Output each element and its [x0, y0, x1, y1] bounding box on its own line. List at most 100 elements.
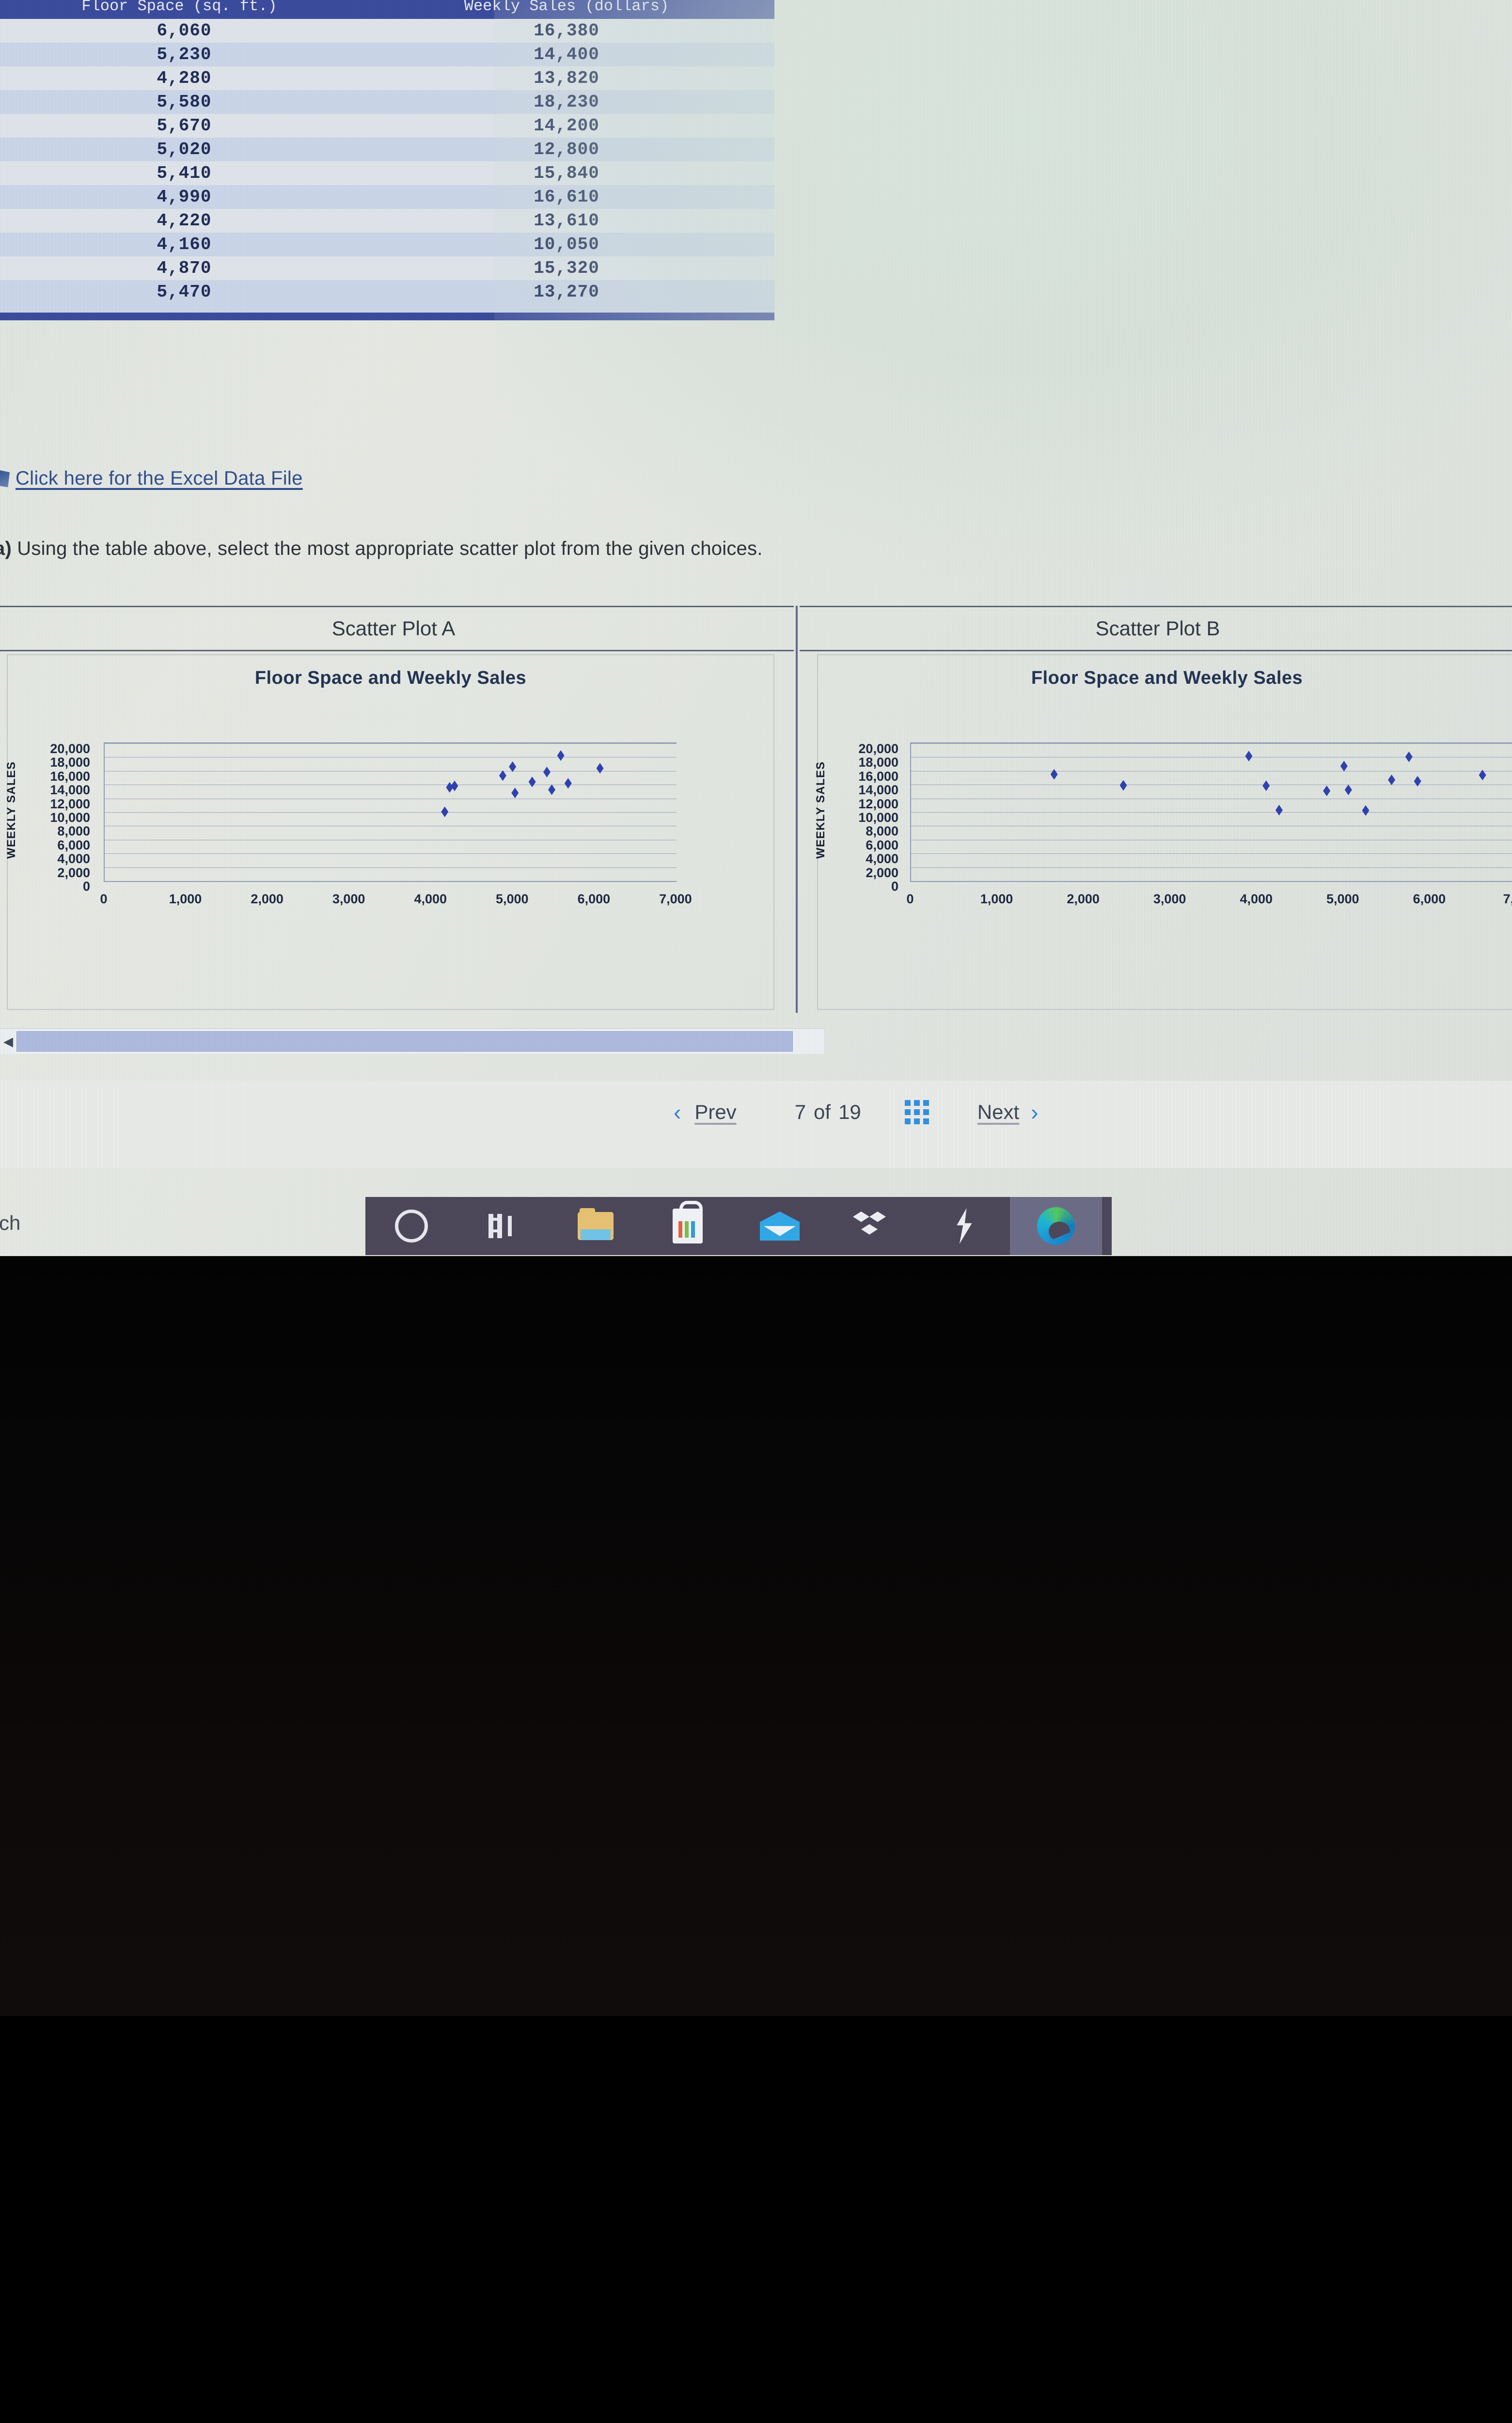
cell-floor-space: 5,230 [0, 43, 359, 66]
lightning-bolt-icon[interactable] [918, 1197, 1010, 1255]
scatter-plot-a-panel[interactable]: Floor Space and Weekly Sales WEEKLY SALE… [5, 654, 774, 1010]
question-text: a) Using the table above, select the mos… [0, 538, 763, 560]
table-header-row: Floor Space (sq. ft.) Weekly Sales (doll… [0, 0, 774, 19]
data-point [1275, 804, 1283, 816]
x-tick: 5,000 [496, 892, 529, 906]
cell-floor-space: 4,280 [0, 66, 359, 90]
data-point [441, 806, 449, 818]
table-row: 6,060 16,380 [0, 19, 774, 43]
data-point [1262, 780, 1270, 791]
excel-data-file-row[interactable]: Click here for the Excel Data File [0, 468, 303, 489]
cell-weekly-sales: 13,270 [359, 280, 774, 304]
pager-bar: ‹ Prev 7 of 19 Next › [0, 1081, 1512, 1168]
excel-data-file-link[interactable]: Click here for the Excel Data File [16, 468, 303, 489]
gridline [105, 743, 677, 744]
task-view-icon[interactable] [457, 1197, 550, 1255]
mail-icon[interactable] [734, 1197, 826, 1255]
gridline [911, 743, 1512, 744]
x-tick: 7,00 [1503, 892, 1512, 906]
table-row: 4,280 13,820 [0, 66, 774, 90]
data-point [1405, 751, 1413, 762]
data-point [511, 787, 519, 799]
cell-weekly-sales: 14,400 [359, 43, 774, 66]
x-tick: 1,000 [980, 892, 1013, 906]
table-row: 4,990 16,610 [0, 185, 774, 209]
excel-file-icon [0, 469, 11, 488]
table-row: 4,160 10,050 [0, 233, 774, 256]
table-row: 5,670 14,200 [0, 114, 774, 138]
cortana-circle-icon[interactable] [365, 1197, 457, 1255]
file-explorer-icon[interactable] [550, 1197, 642, 1255]
page-total: 19 [838, 1101, 861, 1123]
cell-weekly-sales: 10,050 [359, 233, 774, 256]
data-point [596, 763, 604, 774]
microsoft-store-icon[interactable] [642, 1197, 734, 1255]
chart-a-title: Floor Space and Weekly Sales [254, 668, 527, 688]
scatter-plot-b-panel[interactable]: Floor Space and Weekly Sales WEEKLY SALE… [814, 654, 1512, 1010]
x-tick: 4,000 [414, 892, 447, 906]
cell-floor-space: 5,580 [0, 90, 359, 114]
y-tick: 14,000 [858, 783, 898, 798]
floor-space-sales-table: Floor Space (sq. ft.) Weekly Sales (doll… [0, 0, 774, 304]
scroll-left-arrow-icon[interactable]: ◀ [0, 1034, 16, 1049]
next-chevron-icon[interactable]: › [1031, 1099, 1038, 1125]
data-point [564, 778, 572, 789]
x-tick: 6,000 [577, 892, 611, 906]
cell-weekly-sales: 14,200 [359, 114, 774, 138]
data-point [1245, 751, 1253, 762]
gridline [105, 853, 677, 854]
chart-a-y-axis-label: WEEKLY SALES [5, 761, 18, 859]
y-tick: 16,000 [50, 769, 90, 784]
prev-button[interactable]: Prev [694, 1101, 736, 1124]
column-header-floor-space: Floor Space (sq. ft.) [0, 0, 359, 19]
x-tick: 2,000 [251, 892, 284, 906]
grid-view-icon[interactable] [904, 1100, 929, 1124]
scrollbar-thumb[interactable] [16, 1031, 793, 1052]
y-tick: 6,000 [57, 837, 90, 852]
table-row: 5,230 14,400 [0, 43, 774, 66]
data-point [528, 776, 536, 787]
cell-weekly-sales: 15,840 [359, 161, 774, 185]
table-row: 5,580 18,230 [0, 90, 774, 114]
data-point [543, 767, 551, 778]
page-current: 7 [794, 1101, 806, 1123]
cell-weekly-sales: 18,230 [359, 90, 774, 114]
dropbox-icon[interactable] [826, 1197, 918, 1255]
data-point [1362, 805, 1370, 816]
chart-b-y-ticks: 20,000 18,000 16,000 14,000 12,000 10,000 8,00… [831, 742, 898, 894]
horizontal-scrollbar[interactable]: ◀ [0, 1028, 824, 1054]
answer-choices-region: Scatter Plot A Scatter Plot B Floor Spac… [0, 606, 1512, 1023]
table-row: 4,870 15,320 [0, 256, 774, 280]
data-point [557, 750, 565, 761]
microsoft-edge-icon[interactable] [1010, 1197, 1102, 1255]
data-point [1119, 780, 1127, 791]
page-of-label: of [814, 1101, 831, 1123]
choice-header-a[interactable]: Scatter Plot A [0, 606, 794, 651]
search-box-cutoff-text[interactable]: rch [0, 1212, 20, 1235]
x-tick: 4,000 [1240, 892, 1273, 906]
cell-floor-space: 5,470 [0, 280, 359, 304]
cell-floor-space: 6,060 [0, 19, 359, 43]
prev-chevron-icon[interactable]: ‹ [674, 1099, 681, 1125]
x-tick: 5,000 [1326, 892, 1359, 906]
x-tick: 0 [100, 892, 108, 906]
x-tick: 1,000 [169, 892, 202, 906]
y-tick: 20,000 [858, 741, 898, 756]
table-row: 5,470 13,270 [0, 280, 774, 304]
y-tick: 4,000 [866, 851, 898, 866]
y-tick: 16,000 [858, 769, 898, 784]
cell-floor-space: 5,020 [0, 138, 359, 161]
y-tick: 10,000 [858, 810, 898, 825]
choice-label-a: Scatter Plot A [331, 617, 456, 640]
y-tick: 2,000 [57, 865, 90, 880]
x-tick: 3,000 [332, 892, 365, 906]
y-tick: 20,000 [50, 741, 90, 756]
windows-taskbar [365, 1197, 1112, 1255]
choice-header-b[interactable]: Scatter Plot B [800, 606, 1512, 651]
y-tick: 14,000 [50, 783, 90, 798]
laptop-screen: Floor Space (sq. ft.) Weekly Sales (doll… [0, 0, 1512, 1256]
cell-weekly-sales: 15,320 [359, 256, 774, 280]
chart-b-plot-area [910, 742, 1512, 882]
data-point [1323, 785, 1331, 796]
next-button[interactable]: Next [977, 1101, 1019, 1124]
